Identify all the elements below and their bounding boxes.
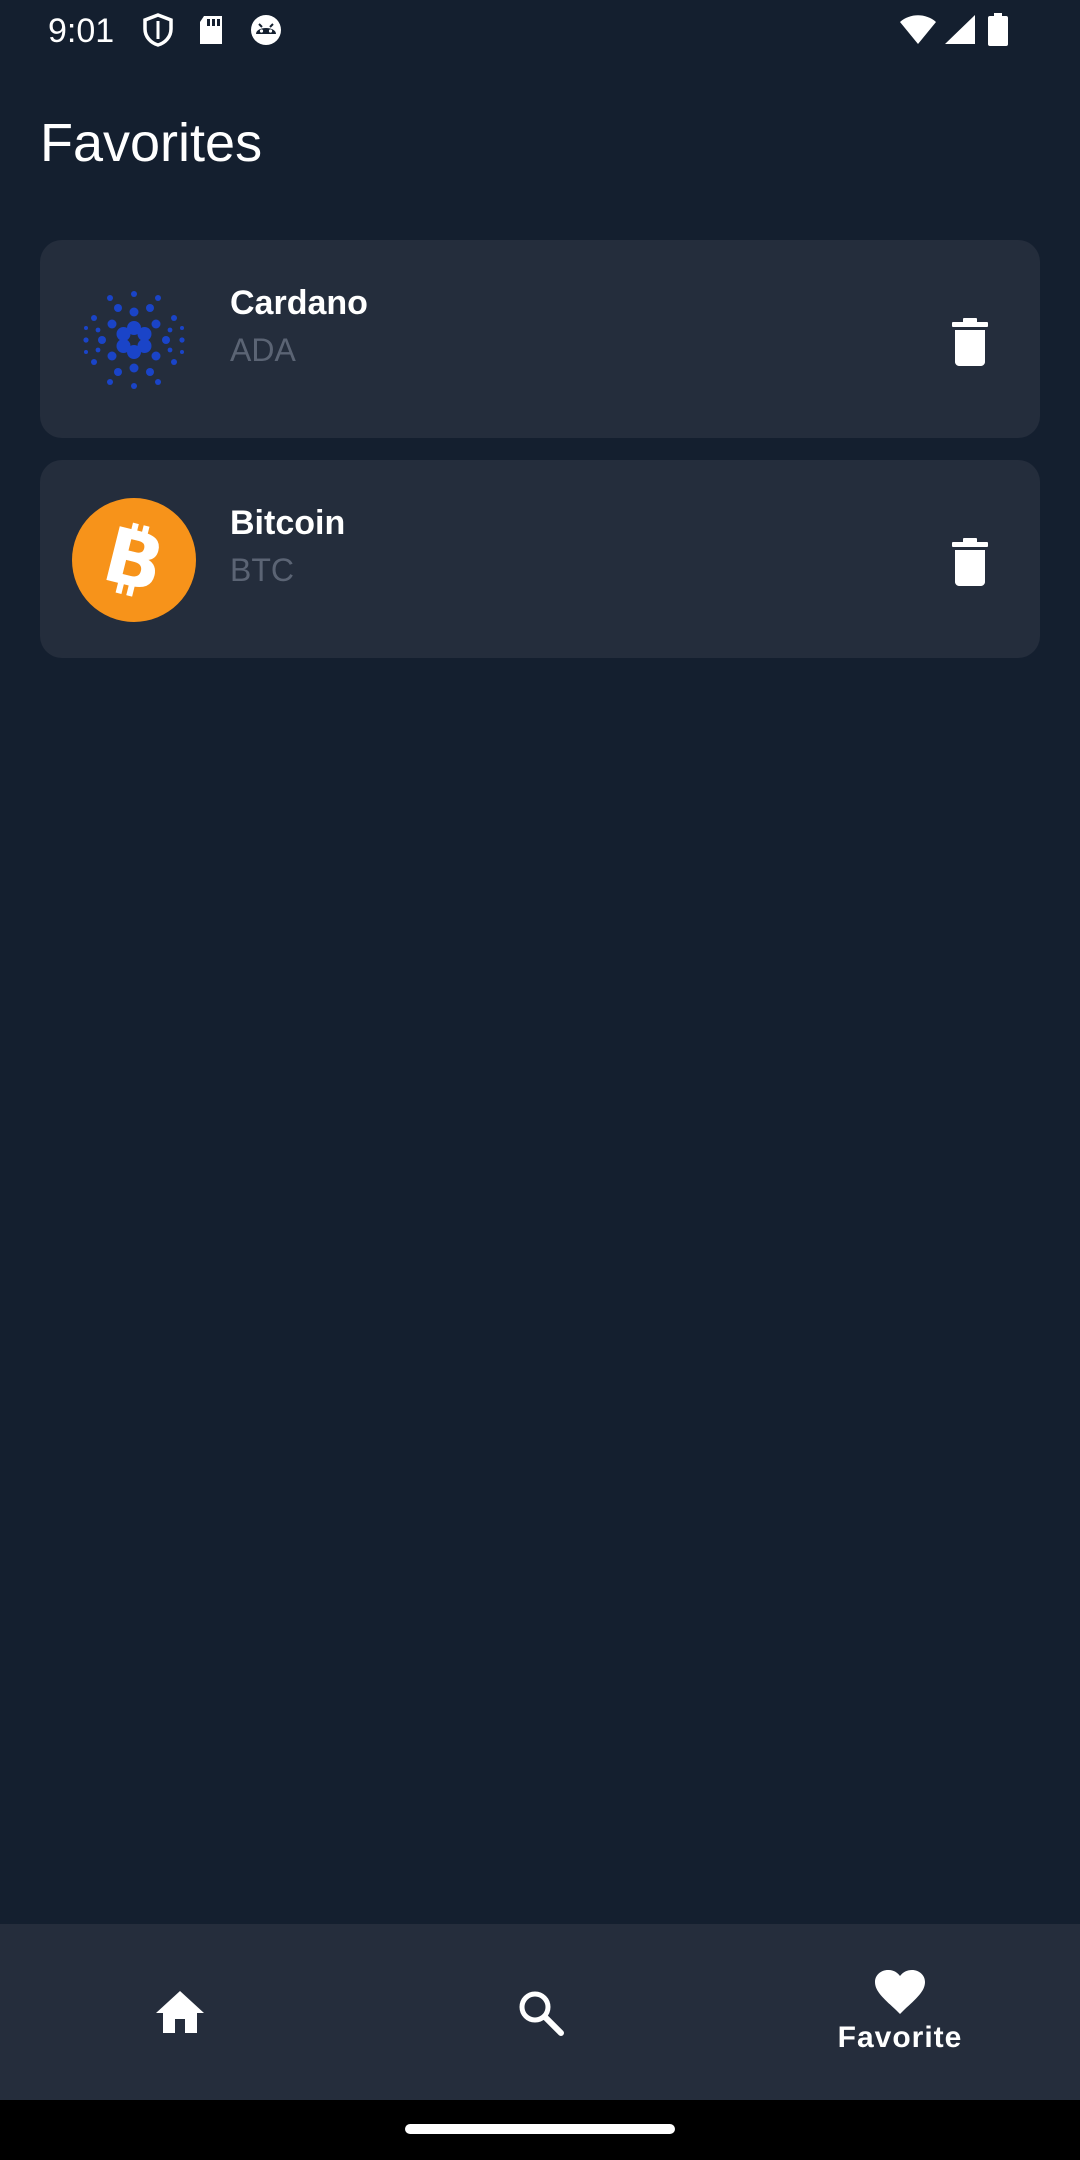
trash-icon: [952, 538, 988, 586]
delete-button[interactable]: [940, 532, 1000, 592]
coin-symbol: ADA: [230, 332, 296, 368]
favorite-item-cardano[interactable]: Cardano ADA: [40, 240, 1040, 438]
page-title: Favorites: [40, 113, 263, 173]
heart-icon: [875, 1970, 925, 2014]
coin-name: Bitcoin: [230, 504, 346, 542]
signal-icon: [942, 12, 978, 48]
shield-icon: [140, 12, 176, 48]
nav-favorite[interactable]: Favorite: [720, 1924, 1080, 2100]
nav-home[interactable]: [0, 1924, 360, 2100]
coin-name: Cardano: [230, 284, 368, 322]
status-bar: 9:01: [0, 0, 1080, 62]
home-icon: [156, 1991, 204, 2033]
delete-button[interactable]: [940, 312, 1000, 372]
favorite-item-bitcoin[interactable]: B Bitcoin BTC: [40, 460, 1040, 658]
system-navigation-bar: [0, 2100, 1080, 2160]
trash-icon: [952, 318, 988, 366]
android-debug-icon: [248, 12, 284, 48]
wifi-icon: [898, 12, 938, 48]
search-icon: [519, 1991, 564, 2036]
favorites-screen: 9:01 Favorites Cardano ADA B Bitcoin BTC…: [0, 0, 1080, 2160]
nav-search[interactable]: [360, 1924, 720, 2100]
status-time: 9:01: [48, 12, 115, 50]
bitcoin-logo: B: [72, 498, 196, 622]
bottom-navigation: Favorite: [0, 1924, 1080, 2100]
battery-icon: [986, 12, 1010, 48]
nav-favorite-label: Favorite: [837, 2021, 963, 2054]
home-gesture-handle[interactable]: [405, 2124, 675, 2134]
sd-card-icon: [194, 12, 230, 48]
coin-symbol: BTC: [230, 552, 294, 588]
cardano-logo: [72, 278, 196, 402]
